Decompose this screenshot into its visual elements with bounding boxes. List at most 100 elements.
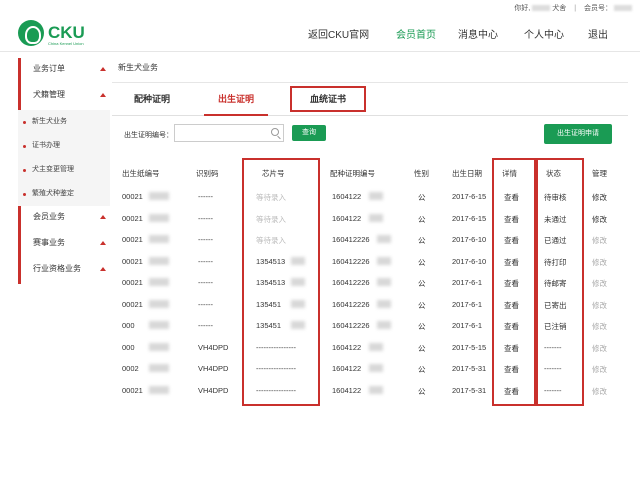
nav-member-home[interactable]: 会员首页 <box>396 26 436 41</box>
nav-messages[interactable]: 消息中心 <box>458 26 498 41</box>
cell-chip-no: 1354513 <box>256 256 286 266</box>
cell-birth-date: 2017-5-31 <box>452 385 487 395</box>
sidebar-item-label: 犬籍管理 <box>33 90 65 99</box>
col-header-status: 状态 <box>546 169 561 178</box>
sidebar-item-qualification[interactable]: 行业资格业务 <box>18 258 110 284</box>
cell-birth-date: 2017-6-1 <box>452 278 483 287</box>
edit-link[interactable]: 修改 <box>592 386 607 397</box>
greeting: 你好, <box>514 5 531 12</box>
cell-birth-date: 2017-5-15 <box>452 342 487 352</box>
redacted-name <box>532 5 551 12</box>
redacted-value <box>369 213 383 222</box>
col-header-id-code: 识别码 <box>196 169 219 178</box>
cell-birth-date: 2017-6-10 <box>452 235 487 244</box>
edit-link[interactable]: 修改 <box>592 278 607 289</box>
cell-birth-no: 00021 <box>122 278 143 287</box>
cell-status: 未通过 <box>544 214 567 224</box>
cell-birth-no: 00021 <box>122 299 143 309</box>
detail-link[interactable]: 查看 <box>504 300 519 311</box>
cell-chip-no: 135451 <box>256 299 282 309</box>
redacted-value <box>377 321 391 329</box>
redacted-value <box>149 256 169 265</box>
detail-link[interactable]: 查看 <box>504 321 519 332</box>
cell-sex: 公 <box>418 386 426 396</box>
edit-link[interactable]: 修改 <box>592 364 607 375</box>
search-icon[interactable] <box>271 128 279 136</box>
sidebar-sub-owner-change[interactable]: 犬主变更管理 <box>18 158 110 182</box>
tab-bar: 配种证明 出生证明 血统证书 <box>112 84 628 116</box>
chevron-up-icon <box>100 267 106 271</box>
cell-status: ------- <box>544 342 562 352</box>
edit-link[interactable]: 修改 <box>592 192 607 203</box>
bullet-icon <box>23 169 26 172</box>
apply-birth-cert-button[interactable]: 出生证明申请 <box>544 124 612 144</box>
divider <box>112 82 628 83</box>
tab-pedigree-certificate[interactable]: 血统证书 <box>290 86 366 112</box>
edit-link[interactable]: 修改 <box>592 235 607 246</box>
col-header-detail: 详情 <box>502 169 517 178</box>
tab-breeding-certificate[interactable]: 配种证明 <box>122 84 182 116</box>
redacted-value <box>377 278 391 286</box>
table-row: 00021 ------ 1354513 160412226 公 2017-6-10 查看 待… <box>112 251 628 273</box>
logo-subtitle: China Kennel Union <box>48 41 84 46</box>
sidebar-item-events[interactable]: 赛事业务 <box>18 232 110 258</box>
detail-link[interactable]: 查看 <box>504 192 519 203</box>
nav-logout[interactable]: 退出 <box>588 26 608 41</box>
sidebar-sub-newborn[interactable]: 新生犬业务 <box>18 110 110 134</box>
redacted-value <box>369 192 383 200</box>
edit-link[interactable]: 修改 <box>592 214 607 225</box>
detail-link[interactable]: 查看 <box>504 214 519 225</box>
cell-status: ------- <box>544 385 562 395</box>
redacted-value <box>377 256 391 265</box>
sidebar-item-orders[interactable]: 业务订单 <box>18 58 110 84</box>
sidebar-sub-breed-appraisal[interactable]: 繁殖犬种鉴定 <box>18 182 110 206</box>
edit-link[interactable]: 修改 <box>592 321 607 332</box>
cell-birth-no: 00021 <box>122 213 143 223</box>
redacted-value <box>291 256 305 265</box>
cell-birth-no: 0002 <box>122 364 139 373</box>
cell-chip-no: 1354513 <box>256 278 286 287</box>
cell-chip-no: ---------------- <box>256 385 296 395</box>
cell-birth-no: 00021 <box>122 235 143 244</box>
cell-birth-no: 000 <box>122 321 135 330</box>
chevron-up-icon <box>100 241 106 245</box>
cell-birth-no: 00021 <box>122 256 143 266</box>
redacted-value <box>369 385 383 394</box>
edit-link[interactable]: 修改 <box>592 300 607 311</box>
search-button[interactable]: 查询 <box>292 125 326 141</box>
cell-status: 已通过 <box>544 236 567 245</box>
detail-link[interactable]: 查看 <box>504 278 519 289</box>
cell-id-code: ------ <box>198 213 213 223</box>
cku-logo[interactable]: CKU China Kennel Union <box>18 19 85 47</box>
cell-sex: 公 <box>418 279 426 288</box>
redacted-value <box>377 235 391 243</box>
detail-link[interactable]: 查看 <box>504 386 519 397</box>
col-header-birth-no: 出生纸编号 <box>122 169 160 178</box>
sidebar-sub-label: 犬主变更管理 <box>32 166 74 173</box>
detail-link[interactable]: 查看 <box>504 235 519 246</box>
sidebar-item-dog-registry[interactable]: 犬籍管理 <box>18 84 110 110</box>
birth-cert-search-input[interactable] <box>174 124 284 142</box>
cell-sex: 公 <box>418 300 426 310</box>
redacted-value <box>291 299 305 308</box>
sidebar-sub-certificate[interactable]: 证书办理 <box>18 134 110 158</box>
edit-link[interactable]: 修改 <box>592 257 607 268</box>
table-row: 00021 ------ 135451 160412226 公 2017-6-1 查看 已寄出… <box>112 294 628 316</box>
detail-link[interactable]: 查看 <box>504 343 519 354</box>
detail-link[interactable]: 查看 <box>504 364 519 375</box>
cell-status: 待邮寄 <box>544 279 567 288</box>
table-header: 出生纸编号 识别码 芯片号 配种证明编号 性别 出生日期 详情 状态 管理 <box>112 164 628 184</box>
nav-cku-home[interactable]: 返回CKU官网 <box>308 26 369 41</box>
cell-birth-no: 000 <box>122 342 135 352</box>
table-row: 00021 ------ 等待录入 1604122 公 2017-6-15 查看 待审核 修改 <box>112 186 628 208</box>
tab-birth-certificate[interactable]: 出生证明 <box>204 84 268 116</box>
cell-status: 待审核 <box>544 193 567 202</box>
detail-link[interactable]: 查看 <box>504 257 519 268</box>
nav-personal-center[interactable]: 个人中心 <box>524 26 564 41</box>
bullet-icon <box>23 145 26 148</box>
cell-chip-no: 等待录入 <box>256 193 286 202</box>
sidebar-item-membership[interactable]: 会员业务 <box>18 206 110 232</box>
sidebar: 业务订单 犬籍管理 新生犬业务 证书办理 犬主变更管理 繁殖犬种鉴定 会员业务 … <box>18 58 110 284</box>
edit-link[interactable]: 修改 <box>592 343 607 354</box>
user-info: 你好, 犬舍 | 会员号： <box>514 3 634 13</box>
